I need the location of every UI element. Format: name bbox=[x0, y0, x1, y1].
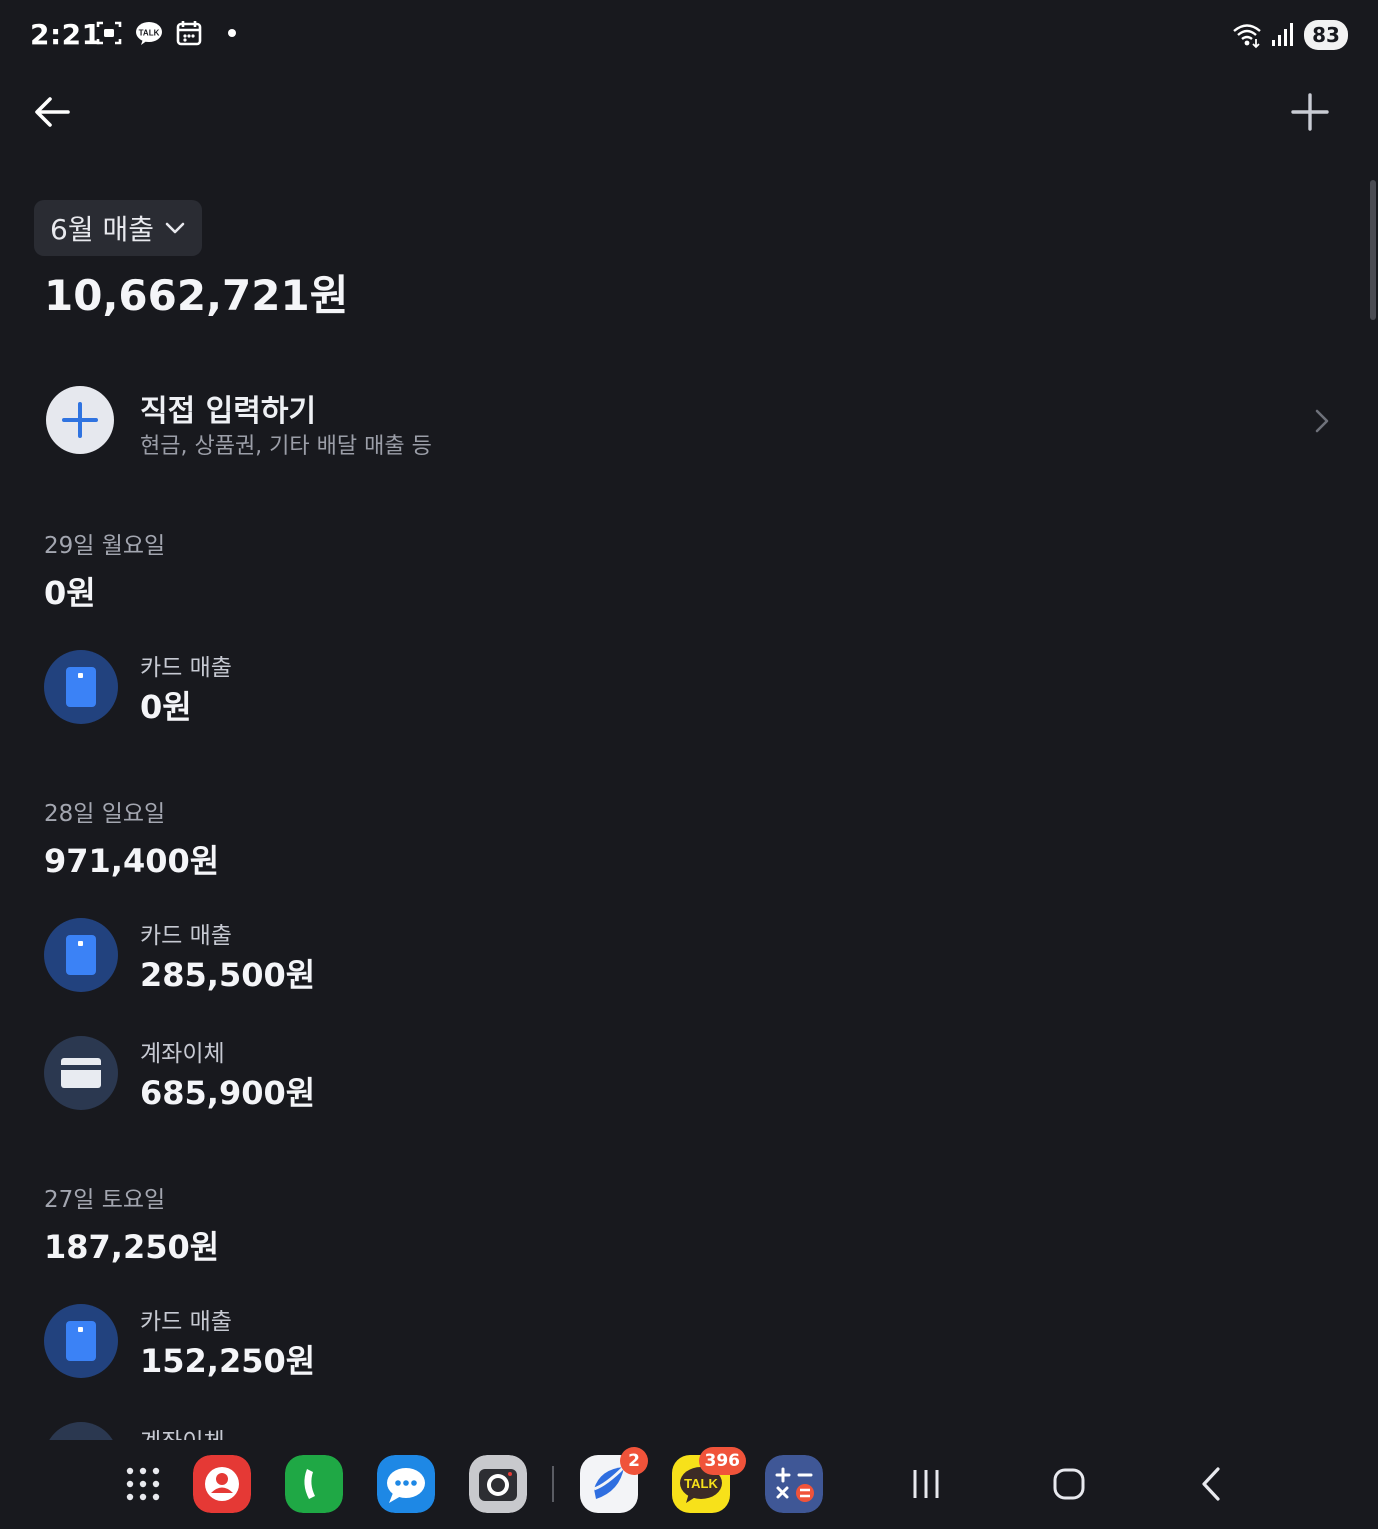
bank-transfer-icon bbox=[44, 1036, 118, 1110]
arrow-left-icon[interactable] bbox=[30, 90, 74, 134]
taskbar-divider bbox=[552, 1466, 554, 1502]
battery-indicator: 83 bbox=[1304, 20, 1348, 50]
status-time: 2:21 bbox=[30, 18, 102, 51]
entry-label: 카드 매출 bbox=[140, 923, 232, 949]
card-icon bbox=[44, 650, 118, 724]
kakaotalk-icon: TALK bbox=[136, 22, 162, 45]
manual-input-row[interactable]: 직접 입력하기 현금, 상품권, 기타 배달 매출 등 bbox=[44, 384, 1344, 459]
plus-icon[interactable] bbox=[1288, 90, 1332, 134]
dot-icon bbox=[228, 29, 236, 37]
taskbar: 2 TALK 396 bbox=[0, 1440, 1378, 1529]
sales-entry[interactable]: 카드 매출 152,250원 bbox=[44, 1304, 944, 1380]
month-label: 6월 매출 bbox=[50, 213, 154, 246]
contacts-icon[interactable] bbox=[193, 1455, 251, 1513]
sales-entry[interactable]: 계좌이체 685,900원 bbox=[44, 1036, 944, 1112]
apps-grid-icon[interactable] bbox=[114, 1455, 172, 1513]
day-label: 27일 토요일 bbox=[44, 1187, 166, 1213]
entry-amount: 0원 bbox=[140, 688, 192, 726]
back-icon[interactable] bbox=[1192, 1464, 1232, 1504]
monthly-total: 10,662,721원 bbox=[44, 271, 349, 320]
status-bar: 2:21 TALK 83 bbox=[0, 0, 1378, 72]
month-selector[interactable]: 6월 매출 bbox=[34, 200, 202, 256]
messages-icon[interactable] bbox=[377, 1455, 435, 1513]
svg-text:TALK: TALK bbox=[139, 29, 160, 38]
entry-label: 계좌이체 bbox=[140, 1041, 225, 1067]
screenshot-icon bbox=[96, 21, 122, 45]
bank-transfer-icon bbox=[44, 1422, 118, 1440]
day-total: 187,250원 bbox=[44, 1228, 220, 1266]
entry-label: 카드 매출 bbox=[140, 1309, 232, 1335]
signal-icon bbox=[1272, 23, 1293, 46]
notification-badge: 396 bbox=[698, 1447, 746, 1475]
camera-icon[interactable] bbox=[469, 1455, 527, 1513]
chevron-right-icon bbox=[1315, 409, 1329, 433]
manual-input-subtitle: 현금, 상품권, 기타 배달 매출 등 bbox=[140, 434, 432, 459]
entry-amount: 685,900원 bbox=[140, 1074, 316, 1112]
calculator-icon[interactable] bbox=[765, 1455, 823, 1513]
day-total: 971,400원 bbox=[44, 842, 220, 880]
card-icon bbox=[44, 1304, 118, 1378]
svg-text:TALK: TALK bbox=[684, 1476, 718, 1491]
kakaotalk-app[interactable]: TALK 396 bbox=[672, 1447, 746, 1513]
day-total: 0원 bbox=[44, 574, 96, 612]
add-circle bbox=[46, 386, 114, 454]
entry-label: 카드 매출 bbox=[140, 655, 232, 681]
entry-label: 계좌이체 bbox=[140, 1422, 225, 1440]
plus-icon bbox=[62, 402, 98, 438]
manual-input-title: 직접 입력하기 bbox=[140, 394, 317, 429]
status-notification-icons: TALK bbox=[94, 18, 236, 48]
day-label: 29일 월요일 bbox=[44, 533, 166, 559]
home-icon[interactable] bbox=[1049, 1464, 1089, 1504]
browser-app[interactable]: 2 bbox=[580, 1447, 648, 1513]
wifi-icon bbox=[1233, 24, 1261, 49]
status-system-icons: 83 bbox=[1232, 20, 1348, 50]
phone-icon[interactable] bbox=[285, 1455, 343, 1513]
day-label: 28일 일요일 bbox=[44, 801, 166, 827]
sales-entry[interactable]: 카드 매출 0원 bbox=[44, 650, 944, 726]
top-app-bar bbox=[0, 80, 1378, 144]
sales-entry[interactable]: 카드 매출 285,500원 bbox=[44, 918, 944, 994]
calendar-icon bbox=[176, 21, 202, 46]
card-icon bbox=[44, 918, 118, 992]
sales-entry[interactable]: 계좌이체 bbox=[44, 1422, 944, 1440]
scrollbar[interactable] bbox=[1370, 180, 1376, 320]
recents-icon[interactable] bbox=[906, 1464, 946, 1504]
chevron-down-icon bbox=[165, 222, 185, 234]
notification-badge: 2 bbox=[620, 1447, 648, 1475]
screen: 2:21 TALK 83 6월 매출 10,662,721원 직접 입력하기 현… bbox=[0, 0, 1378, 1529]
entry-amount: 285,500원 bbox=[140, 956, 316, 994]
entry-amount: 152,250원 bbox=[140, 1342, 316, 1380]
